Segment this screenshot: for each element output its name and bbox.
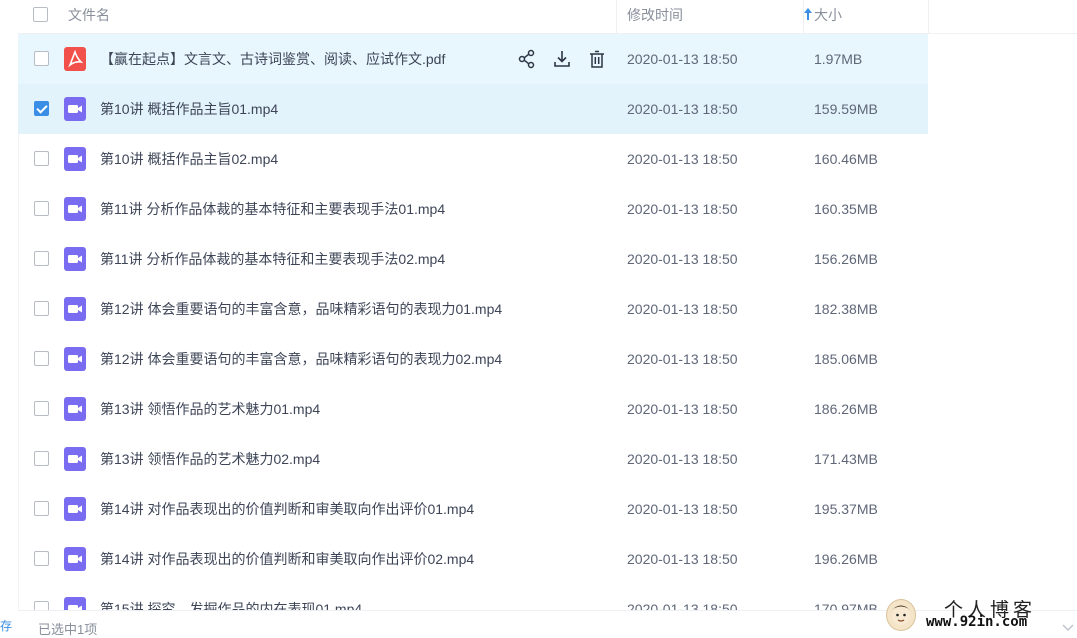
column-divider[interactable]: [928, 0, 929, 33]
video-file-icon: [64, 497, 86, 521]
column-divider[interactable]: [803, 0, 804, 33]
file-modified-date: 2020-01-13 18:50: [627, 151, 738, 167]
file-row[interactable]: 第13讲 领悟作品的艺术魅力02.mp4 2020-01-13 18:50 171.…: [18, 434, 928, 484]
file-size: 159.59MB: [814, 101, 878, 117]
file-size: 171.43MB: [814, 451, 878, 467]
row-checkbox[interactable]: [34, 451, 49, 466]
video-file-icon: [64, 97, 86, 121]
column-header-size[interactable]: 大小: [814, 0, 842, 33]
file-size: 1.97MB: [814, 51, 863, 67]
file-list: 【赢在起点】文言文、古诗词鉴赏、阅读、应试作文.pdf 2020-01-13 18…: [18, 34, 928, 610]
video-file-icon: [64, 447, 86, 471]
file-size: 195.37MB: [814, 501, 878, 517]
file-modified-date: 2020-01-13 18:50: [627, 451, 738, 467]
file-modified-date: 2020-01-13 18:50: [627, 251, 738, 267]
file-modified-date: 2020-01-13 18:50: [627, 401, 738, 417]
row-checkbox[interactable]: [34, 201, 49, 216]
file-name[interactable]: 第14讲 对作品表现出的价值判断和审美取向作出评价01.mp4: [100, 484, 474, 534]
file-size: 170.97MB: [814, 601, 878, 610]
file-name[interactable]: 第14讲 对作品表现出的价值判断和审美取向作出评价02.mp4: [100, 534, 474, 584]
file-size: 156.26MB: [814, 251, 878, 267]
video-file-icon: [64, 397, 86, 421]
file-name[interactable]: 第12讲 体会重要语句的丰富含意，品味精彩语句的表现力01.mp4: [100, 284, 502, 334]
left-panel-edge: [0, 0, 19, 635]
row-checkbox[interactable]: [34, 251, 49, 266]
file-row[interactable]: 第12讲 体会重要语句的丰富含意，品味精彩语句的表现力02.mp4 2020-01…: [18, 334, 928, 384]
file-modified-date: 2020-01-13 18:50: [627, 201, 738, 217]
file-modified-date: 2020-01-13 18:50: [627, 601, 738, 610]
row-actions: [516, 48, 608, 70]
file-modified-date: 2020-01-13 18:50: [627, 501, 738, 517]
file-row[interactable]: 第10讲 概括作品主旨01.mp4 2020-01-13 18:50 159.59M…: [18, 84, 928, 134]
row-checkbox[interactable]: [34, 551, 49, 566]
row-checkbox[interactable]: [34, 351, 49, 366]
left-panel-edge-text: 存: [0, 619, 13, 633]
download-icon[interactable]: [551, 48, 573, 70]
file-name[interactable]: 【赢在起点】文言文、古诗词鉴赏、阅读、应试作文.pdf: [100, 34, 445, 84]
file-row[interactable]: 第14讲 对作品表现出的价值判断和审美取向作出评价01.mp4 2020-01-1…: [18, 484, 928, 534]
row-checkbox[interactable]: [34, 301, 49, 316]
file-list-header: 文件名 修改时间 大小: [18, 0, 1077, 34]
file-name[interactable]: 第13讲 领悟作品的艺术魅力01.mp4: [100, 384, 320, 434]
file-modified-date: 2020-01-13 18:50: [627, 351, 738, 367]
file-size: 186.26MB: [814, 401, 878, 417]
watermark-avatar-icon: [886, 599, 916, 631]
file-size: 185.06MB: [814, 351, 878, 367]
file-size: 160.46MB: [814, 151, 878, 167]
pdf-file-icon: [64, 47, 86, 71]
file-modified-date: 2020-01-13 18:50: [627, 51, 738, 67]
file-modified-date: 2020-01-13 18:50: [627, 301, 738, 317]
row-checkbox[interactable]: [34, 401, 49, 416]
select-all-checkbox[interactable]: [33, 7, 48, 22]
file-size: 160.35MB: [814, 201, 878, 217]
file-row[interactable]: 第15讲 探究，发掘作品的内在表现01.mp4 2020-01-13 18:50 1…: [18, 584, 928, 610]
row-checkbox[interactable]: [34, 501, 49, 516]
file-size: 196.26MB: [814, 551, 878, 567]
row-checkbox[interactable]: [34, 101, 49, 116]
delete-icon[interactable]: [586, 48, 608, 70]
video-file-icon: [64, 247, 86, 271]
video-file-icon: [64, 147, 86, 171]
file-row[interactable]: 第11讲 分析作品体裁的基本特征和主要表现手法01.mp4 2020-01-13 …: [18, 184, 928, 234]
file-row[interactable]: 第12讲 体会重要语句的丰富含意，品味精彩语句的表现力01.mp4 2020-01…: [18, 284, 928, 334]
row-checkbox[interactable]: [34, 151, 49, 166]
column-header-name[interactable]: 文件名: [68, 0, 110, 33]
video-file-icon: [64, 347, 86, 371]
video-file-icon: [64, 197, 86, 221]
file-row[interactable]: 第10讲 概括作品主旨02.mp4 2020-01-13 18:50 160.46M…: [18, 134, 928, 184]
file-modified-date: 2020-01-13 18:50: [627, 101, 738, 117]
file-name[interactable]: 第12讲 体会重要语句的丰富含意，品味精彩语句的表现力02.mp4: [100, 334, 502, 384]
file-name[interactable]: 第15讲 探究，发掘作品的内在表现01.mp4: [100, 584, 362, 610]
video-file-icon: [64, 547, 86, 571]
share-icon[interactable]: [516, 48, 538, 70]
file-row[interactable]: 【赢在起点】文言文、古诗词鉴赏、阅读、应试作文.pdf 2020-01-13 18…: [18, 34, 928, 84]
file-name[interactable]: 第10讲 概括作品主旨01.mp4: [100, 84, 278, 134]
video-file-icon: [64, 297, 86, 321]
row-checkbox[interactable]: [34, 51, 49, 66]
watermark-url: www.92in.com: [926, 614, 1028, 630]
row-checkbox[interactable]: [34, 601, 49, 610]
selection-count: 已选中1项: [38, 622, 98, 637]
watermark: 个人博客 www.92in.com: [884, 596, 1077, 635]
file-row[interactable]: 第11讲 分析作品体裁的基本特征和主要表现手法02.mp4 2020-01-13 …: [18, 234, 928, 284]
file-row[interactable]: 第13讲 领悟作品的艺术魅力01.mp4 2020-01-13 18:50 186.…: [18, 384, 928, 434]
column-header-modified[interactable]: 修改时间: [627, 0, 683, 33]
file-modified-date: 2020-01-13 18:50: [627, 551, 738, 567]
file-name[interactable]: 第10讲 概括作品主旨02.mp4: [100, 134, 278, 184]
file-size: 182.38MB: [814, 301, 878, 317]
file-name[interactable]: 第13讲 领悟作品的艺术魅力02.mp4: [100, 434, 320, 484]
column-divider[interactable]: [616, 0, 617, 33]
file-name[interactable]: 第11讲 分析作品体裁的基本特征和主要表现手法01.mp4: [100, 184, 445, 234]
video-file-icon: [64, 597, 86, 610]
file-name[interactable]: 第11讲 分析作品体裁的基本特征和主要表现手法02.mp4: [100, 234, 445, 284]
file-row[interactable]: 第14讲 对作品表现出的价值判断和审美取向作出评价02.mp4 2020-01-1…: [18, 534, 928, 584]
